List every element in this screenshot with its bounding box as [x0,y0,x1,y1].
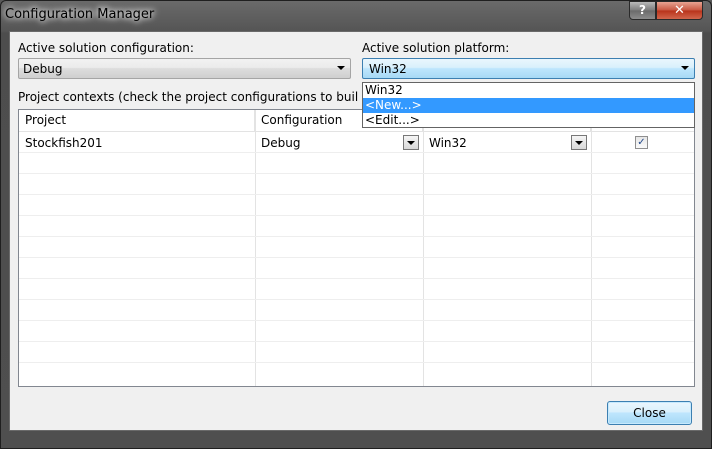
dropdown-item-new[interactable]: <New...> [363,98,694,113]
row-divider [19,131,694,132]
row-divider [19,341,694,342]
build-checkbox[interactable]: ✓ [635,136,648,149]
dialog-client-area: Active solution configuration: Debug Act… [9,31,703,431]
row-divider [19,236,694,237]
active-platform-label: Active solution platform: [362,41,510,55]
row-divider [19,152,694,153]
title-bar[interactable]: Configuration Manager ? ✕ [1,1,711,31]
row-divider [19,299,694,300]
row-divider [19,278,694,279]
platform-dropdown-list: Win32 <New...> <Edit...> [362,82,695,128]
active-config-combo[interactable]: Debug [18,58,351,79]
row-divider [19,173,694,174]
platform-cell[interactable]: Win32 [429,136,467,150]
row-divider [19,362,694,363]
configuration-manager-window: Configuration Manager ? ✕ Active solutio… [0,0,712,449]
active-config-value: Debug [23,62,63,76]
configuration-dropdown-button[interactable] [403,135,419,150]
active-platform-value: Win32 [369,62,407,76]
column-header-project[interactable]: Project [19,110,255,131]
configuration-cell[interactable]: Debug [261,136,300,150]
row-divider [19,320,694,321]
window-close-button[interactable]: ✕ [656,1,703,20]
row-divider [19,257,694,258]
help-button[interactable]: ? [629,1,656,20]
project-name-cell: Stockfish201 [25,136,103,150]
dropdown-item-edit[interactable]: <Edit...> [363,113,694,128]
row-divider [19,215,694,216]
chevron-down-icon [681,66,689,70]
project-contexts-label: Project contexts (check the project conf… [18,90,358,104]
window-title: Configuration Manager [5,7,155,22]
row-divider [19,194,694,195]
active-platform-combo[interactable]: Win32 [362,58,695,79]
close-button[interactable]: Close [607,401,692,425]
active-config-label: Active solution configuration: [18,41,194,55]
dropdown-item-win32[interactable]: Win32 [363,83,694,98]
chevron-down-icon [337,66,345,70]
project-contexts-grid: Project Configuration Stockfish201 Debug [18,109,695,387]
platform-dropdown-button[interactable] [571,135,587,150]
